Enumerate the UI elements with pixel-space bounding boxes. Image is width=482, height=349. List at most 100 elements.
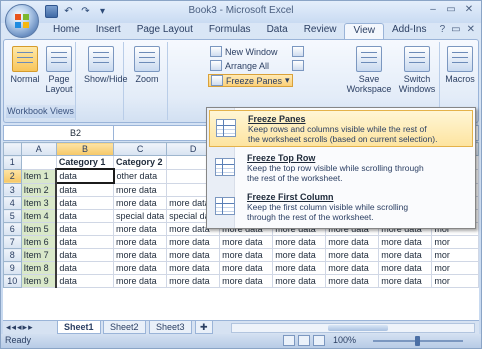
cell[interactable]: more data xyxy=(325,261,380,275)
cell[interactable]: Item 7 xyxy=(20,248,58,262)
page-break-status-icon[interactable] xyxy=(313,335,325,346)
cell[interactable]: more data xyxy=(113,196,168,210)
cell[interactable]: more data xyxy=(113,235,168,249)
insert-sheet-icon[interactable]: ✚ xyxy=(195,321,213,334)
macros-button[interactable]: Macros xyxy=(443,46,477,84)
row-header[interactable]: 3 xyxy=(3,182,22,197)
tab-add-ins[interactable]: Add-Ins xyxy=(384,23,434,39)
tab-formulas[interactable]: Formulas xyxy=(201,23,259,39)
cell[interactable]: data xyxy=(55,222,115,236)
zoom-level[interactable]: 100% xyxy=(333,335,356,345)
cell[interactable]: data xyxy=(55,209,115,223)
save-icon[interactable] xyxy=(45,5,58,18)
menu-item-freeze-top-row[interactable]: Freeze Top Row Keep the top row visible … xyxy=(209,150,473,187)
tab-review[interactable]: Review xyxy=(296,23,345,39)
row-header[interactable]: 9 xyxy=(3,261,22,275)
cell[interactable]: data xyxy=(55,196,115,210)
cell[interactable]: more data xyxy=(113,274,168,288)
help-icon[interactable]: ? xyxy=(440,24,446,35)
cell[interactable]: more data xyxy=(272,274,327,288)
cell[interactable]: data xyxy=(55,235,115,249)
zoom-slider[interactable] xyxy=(373,336,463,346)
cell[interactable]: Item 8 xyxy=(20,261,58,275)
row-header[interactable]: 8 xyxy=(3,248,22,262)
cell[interactable]: more data xyxy=(325,248,380,262)
zoom-slider-knob[interactable] xyxy=(415,336,420,346)
cell[interactable]: data xyxy=(55,168,115,184)
column-header[interactable]: C xyxy=(113,142,168,156)
sheet-tab-1[interactable]: Sheet1 xyxy=(57,321,101,334)
horizontal-scrollbar[interactable] xyxy=(231,323,475,333)
cell[interactable]: mor xyxy=(431,274,479,288)
cell[interactable]: mor xyxy=(431,261,479,275)
cell[interactable]: more data xyxy=(378,248,433,262)
cell[interactable]: more data xyxy=(272,248,327,262)
switch-windows-button[interactable]: Switch Windows xyxy=(394,46,440,94)
cell[interactable]: more data xyxy=(325,235,380,249)
sheet-tab-2[interactable]: Sheet2 xyxy=(103,321,146,334)
maximize-button[interactable]: ▭ xyxy=(443,4,459,17)
tab-insert[interactable]: Insert xyxy=(88,23,129,39)
menu-item-freeze-panes[interactable]: Freeze Panes Keep rows and columns visib… xyxy=(209,110,473,147)
close-button[interactable]: ✕ xyxy=(461,4,477,17)
tab-home[interactable]: Home xyxy=(45,23,88,39)
tab-data[interactable]: Data xyxy=(259,23,296,39)
cell[interactable]: more data xyxy=(378,261,433,275)
cell[interactable]: more data xyxy=(166,248,221,262)
close-workbook-icon[interactable]: ✕ xyxy=(467,24,475,35)
cell[interactable]: more data xyxy=(113,182,168,197)
tab-view[interactable]: View xyxy=(344,23,384,39)
cell[interactable]: data xyxy=(55,182,115,197)
hide-window-button[interactable] xyxy=(292,60,304,71)
cell[interactable]: more data xyxy=(113,261,168,275)
page-layout-view-button[interactable]: Page Layout xyxy=(42,46,76,94)
cell[interactable]: Category 1 xyxy=(55,155,115,170)
minimize-button[interactable]: – xyxy=(425,4,441,17)
cell[interactable]: more data xyxy=(113,222,168,236)
cell[interactable]: Item 6 xyxy=(20,235,58,249)
cell[interactable]: more data xyxy=(325,274,380,288)
cell[interactable]: Item 5 xyxy=(20,222,58,236)
cell[interactable]: Item 3 xyxy=(20,196,58,210)
cell[interactable]: mor xyxy=(431,235,479,249)
undo-icon[interactable]: ↶ xyxy=(62,5,75,18)
cell[interactable]: more data xyxy=(219,261,274,275)
cell[interactable]: Item 2 xyxy=(20,182,58,197)
redo-icon[interactable]: ↷ xyxy=(79,5,92,18)
row-header[interactable]: 2 xyxy=(3,168,22,184)
cell[interactable]: data xyxy=(55,261,115,275)
scroll-thumb[interactable] xyxy=(328,325,388,331)
show-hide-button[interactable]: Show/Hide xyxy=(84,46,128,84)
cell[interactable]: more data xyxy=(166,235,221,249)
name-box[interactable]: B2 xyxy=(4,126,114,140)
row-header[interactable]: 5 xyxy=(3,209,22,223)
cell[interactable]: more data xyxy=(272,235,327,249)
zoom-button[interactable]: Zoom xyxy=(130,46,164,84)
cell[interactable]: Item 1 xyxy=(20,168,58,184)
cell[interactable]: Item 4 xyxy=(20,209,58,223)
row-header[interactable]: 1 xyxy=(3,155,22,170)
page-layout-status-icon[interactable] xyxy=(298,335,310,346)
menu-item-freeze-first-column[interactable]: Freeze First Column Keep the first colum… xyxy=(209,189,473,226)
column-header[interactable]: A xyxy=(20,142,57,156)
cell[interactable] xyxy=(20,155,57,170)
new-window-button[interactable]: New Window xyxy=(210,46,278,57)
freeze-panes-button[interactable]: Freeze Panes ▾ xyxy=(208,74,293,87)
cell[interactable]: data xyxy=(55,274,115,288)
select-all-corner[interactable] xyxy=(3,142,22,156)
cell[interactable]: more data xyxy=(272,261,327,275)
arrange-all-button[interactable]: Arrange All xyxy=(210,60,269,71)
cell[interactable]: data xyxy=(55,248,115,262)
cell[interactable]: mor xyxy=(431,248,479,262)
cell[interactable]: more data xyxy=(219,248,274,262)
sheet-nav-arrows-icon[interactable]: ◂◂◂▸▸ xyxy=(6,322,34,333)
office-button[interactable] xyxy=(5,4,39,38)
cell[interactable]: other data xyxy=(113,168,168,184)
customize-qat-icon[interactable]: ▾ xyxy=(96,5,109,18)
row-header[interactable]: 4 xyxy=(3,196,22,210)
cell[interactable]: special data xyxy=(113,209,168,223)
cell[interactable]: more data xyxy=(219,274,274,288)
normal-view-button[interactable]: Normal xyxy=(8,46,42,84)
cell[interactable]: more data xyxy=(113,248,168,262)
normal-view-status-icon[interactable] xyxy=(283,335,295,346)
